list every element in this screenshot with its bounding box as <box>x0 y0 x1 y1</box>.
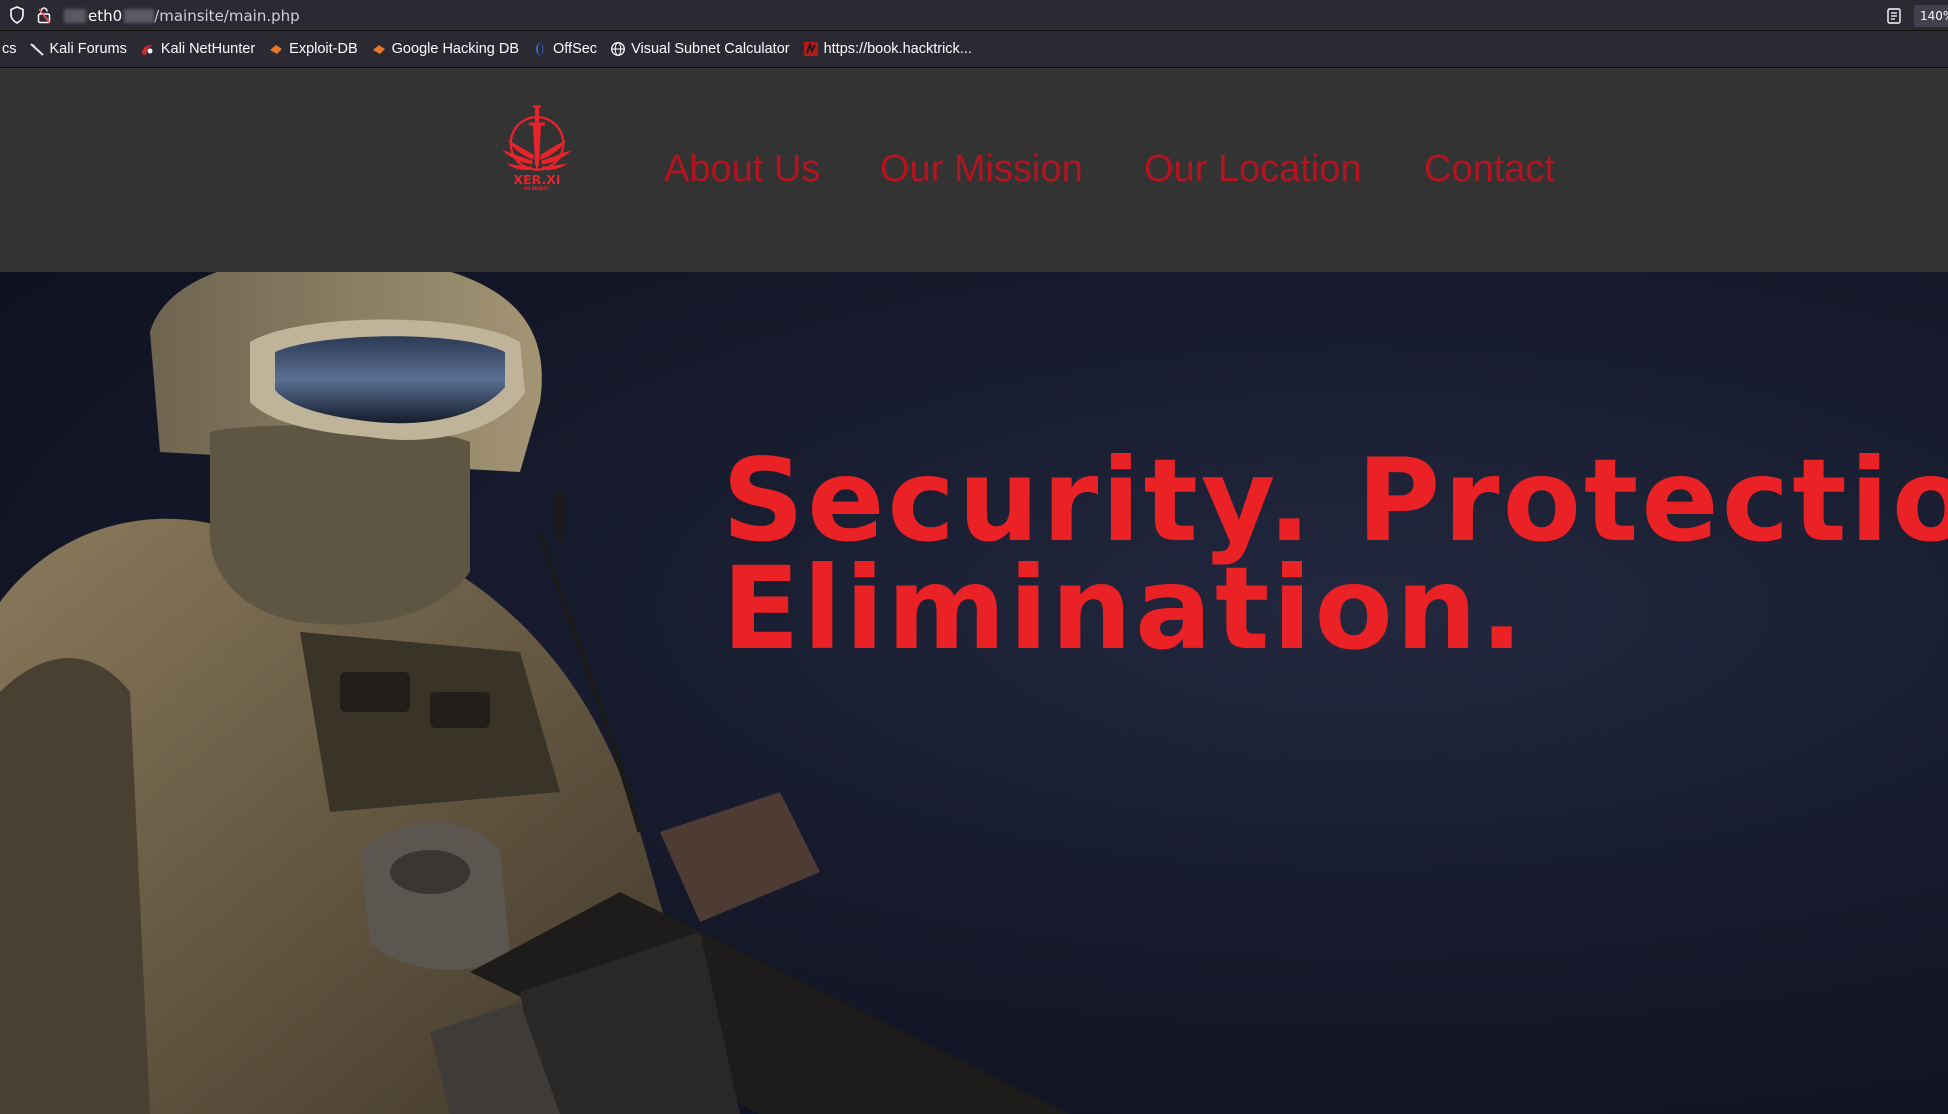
url-path: /mainsite/main.php <box>154 7 300 25</box>
globe-icon <box>611 42 626 56</box>
bookmark-label: OffSec <box>553 41 598 57</box>
ghdb-icon <box>372 45 385 54</box>
bookmark-kali-forums[interactable]: Kali Forums <box>29 36 127 62</box>
hero-headline-line1: Security. Protection. <box>722 434 1948 567</box>
bookmark-kali-nethunter[interactable]: Kali NetHunter <box>140 36 255 62</box>
bookmark-label: cs <box>2 41 17 57</box>
url-bar: eth0 /mainsite/main.php 140% <box>0 0 1948 31</box>
hacktricks-icon <box>803 42 818 56</box>
bookmark-label: Exploit-DB <box>289 41 358 57</box>
main-navigation: About Us Our Mission Our Location Contac… <box>0 68 1948 272</box>
soldier-hero-image <box>0 272 1070 1114</box>
exploitdb-icon <box>270 45 283 54</box>
bookmark-google-hacking-db[interactable]: Google Hacking DB <box>371 36 519 62</box>
nav-our-location[interactable]: Our Location <box>1144 148 1362 191</box>
bookmarks-toolbar: cs Kali Forums Kali NetHunter Exploit-DB… <box>0 31 1948 68</box>
kali-dragon-icon <box>29 43 44 56</box>
hero-banner: Security. Protection. Elimination. <box>0 272 1948 1114</box>
reader-view-icon[interactable] <box>1886 7 1902 25</box>
zoom-level-button[interactable]: 140% <box>1914 5 1948 27</box>
redacted-address <box>124 9 155 23</box>
bookmark-label: Google Hacking DB <box>391 41 519 57</box>
address-field[interactable]: eth0 /mainsite/main.php <box>64 6 300 26</box>
hero-headline-line2: Elimination. <box>722 542 1527 675</box>
bookmark-label: Visual Subnet Calculator <box>631 41 790 57</box>
nav-about-us[interactable]: About Us <box>664 148 820 191</box>
bookmark-label: Kali NetHunter <box>160 41 256 57</box>
bookmark-visual-subnet-calculator[interactable]: Visual Subnet Calculator <box>610 36 790 62</box>
nethunter-icon <box>141 44 154 55</box>
offsec-icon <box>536 42 544 56</box>
bookmark-cs[interactable]: cs <box>2 36 17 62</box>
redacted-address <box>64 9 86 23</box>
bookmark-label: https://book.hacktrick... <box>823 41 972 57</box>
nav-our-mission[interactable]: Our Mission <box>880 148 1083 191</box>
insecure-lock-icon[interactable] <box>36 6 52 24</box>
bookmark-label: Kali Forums <box>49 41 127 57</box>
nav-contact[interactable]: Contact <box>1424 148 1555 191</box>
bookmark-exploit-db[interactable]: Exploit-DB <box>268 36 358 62</box>
bookmark-hacktricks[interactable]: https://book.hacktrick... <box>803 36 972 62</box>
url-host: eth0 <box>88 7 123 25</box>
bookmark-offsec[interactable]: OffSec <box>532 36 597 62</box>
site-header: XER.XI NO REGRET. About Us Our Mission O… <box>0 68 1948 272</box>
tracking-protection-shield-icon[interactable] <box>9 6 25 24</box>
